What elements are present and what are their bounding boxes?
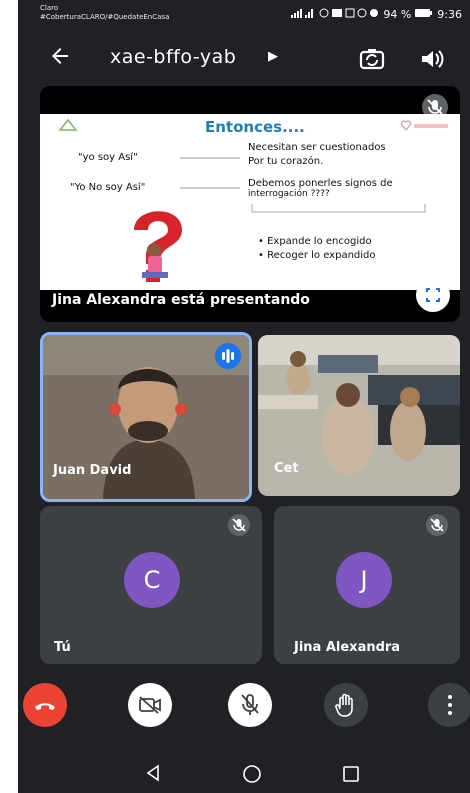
battery-percent: 94 % (383, 8, 412, 21)
nav-recents-icon[interactable] (342, 765, 360, 787)
meeting-header: xae-bffo-yab ▶ (18, 38, 470, 82)
battery-icon (415, 8, 433, 21)
hang-up-button[interactable] (23, 683, 67, 727)
participant-name: Cet (274, 461, 299, 476)
participant-tile-juan-david[interactable]: Juan David (40, 332, 252, 502)
slide-right-line3: Debemos ponerles signos de (248, 178, 393, 189)
system-nav-bar (18, 752, 470, 793)
mic-off-icon (426, 514, 448, 536)
participant-tile-jina-alexandra[interactable]: J Jina Alexandra (274, 506, 460, 664)
slide-bullet1: • Expande lo encogido (258, 236, 372, 247)
switch-camera-icon[interactable] (358, 45, 386, 73)
participant-tile-cet[interactable]: Cet (258, 335, 460, 496)
speaker-icon[interactable] (418, 45, 446, 73)
arrow-left-icon[interactable] (48, 44, 72, 74)
carrier-name: Claro (40, 4, 59, 12)
participant-name: Tú (54, 640, 71, 655)
slide-left-line1: "yo soy Así" (78, 152, 138, 163)
notification-icons (319, 8, 379, 21)
carrier-info: Claro #CoberturaCLARO/#QuedateEnCasa (40, 4, 169, 22)
carrier-hashtag: #CoberturaCLARO/#QuedateEnCasa (40, 13, 170, 21)
slide-logo-left (48, 118, 88, 140)
question-mark-illustration (134, 211, 182, 282)
nav-home-icon[interactable] (242, 764, 262, 788)
participant-tile-self[interactable]: C Tú (40, 506, 262, 664)
speaking-indicator-icon (215, 343, 241, 369)
signal-icon (291, 8, 315, 21)
camera-off-button[interactable] (128, 683, 172, 727)
mic-off-icon (228, 514, 250, 536)
fullscreen-button[interactable] (416, 278, 450, 312)
caret-right-icon[interactable]: ▶ (268, 49, 278, 64)
clock: 9:36 (437, 8, 462, 21)
presentation-tile[interactable]: Entonces.... "yo soy Así" "Yo No soy Así… (40, 86, 460, 322)
mic-off-button[interactable] (228, 683, 272, 727)
presenter-label: Jina Alexandra está presentando (52, 292, 310, 308)
participant-name: Juan David (53, 463, 132, 478)
participant-name: Jina Alexandra (294, 640, 401, 655)
avatar: C (124, 552, 180, 608)
call-controls (18, 683, 470, 727)
slide-bracket (251, 204, 426, 213)
shared-slide: Entonces.... "yo soy Así" "Yo No soy Así… (40, 114, 460, 290)
status-icons: 94 % 9:36 (291, 8, 462, 21)
slide-right-line2: Por tu corazón. (248, 156, 324, 167)
meeting-code[interactable]: xae-bffo-yab (110, 46, 236, 68)
slide-left-line2: "Yo No soy Así" (70, 182, 146, 193)
nav-back-icon[interactable] (144, 764, 162, 786)
more-options-button[interactable] (428, 683, 470, 727)
slide-bullet2: • Recoger lo expandido (258, 250, 376, 261)
slide-logo-right (400, 120, 450, 134)
slide-right-line4: interrogación ???? (248, 189, 330, 199)
status-bar: Claro #CoberturaCLARO/#QuedateEnCasa 94 … (18, 0, 470, 30)
avatar: J (336, 552, 392, 608)
slide-title: Entonces.... (205, 118, 305, 136)
slide-right-line1: Necesitan ser cuestionados (248, 142, 386, 153)
meet-screen: Claro #CoberturaCLARO/#QuedateEnCasa 94 … (18, 0, 470, 793)
raise-hand-button[interactable] (324, 683, 368, 727)
